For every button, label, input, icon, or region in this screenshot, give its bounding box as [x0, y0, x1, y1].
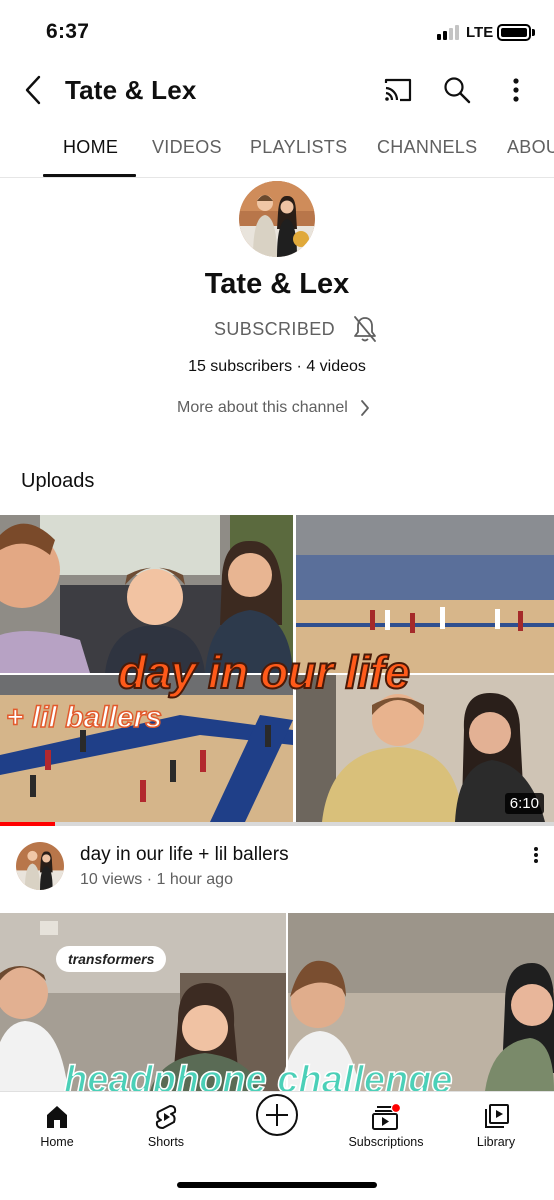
status-time: 6:37	[46, 20, 90, 43]
subscribed-button[interactable]: SUBSCRIBED	[214, 312, 335, 346]
thumbnail-speech-bubble: transformers	[56, 946, 167, 972]
cast-button[interactable]	[380, 72, 416, 108]
subscriptions-icon	[372, 1103, 401, 1130]
video-thumbnail[interactable]: day in our life + lil ballers 6:10	[0, 515, 554, 822]
channel-name: Tate & Lex	[204, 268, 350, 300]
channel-stats: 15 subscribers · 4 videos	[188, 358, 366, 375]
more-about-channel-link[interactable]: More about this channel	[177, 396, 370, 420]
nav-label-subscriptions: Subscriptions	[348, 1135, 424, 1149]
back-button[interactable]	[16, 72, 50, 108]
active-tab-indicator	[43, 174, 136, 177]
battery-cap	[532, 29, 535, 36]
cellular-signal-icon	[437, 24, 459, 40]
channel-avatar-small[interactable]	[16, 842, 64, 890]
tab-channels[interactable]: CHANNELS	[377, 137, 477, 158]
notification-bell-button[interactable]	[350, 313, 380, 345]
nav-shorts[interactable]: Shorts	[116, 1092, 216, 1162]
subscribed-label: SUBSCRIBED	[214, 318, 336, 339]
nav-home[interactable]: Home	[7, 1092, 107, 1162]
channel-tabs: HOME VIDEOS PLAYLISTS CHANNELS ABOUT	[0, 118, 554, 178]
nav-label-home: Home	[40, 1135, 74, 1149]
video-views-age: 10 views · 1 hour ago	[80, 871, 233, 888]
more-vert-icon	[534, 847, 538, 863]
cast-icon	[384, 78, 412, 102]
network-type: LTE	[466, 24, 494, 41]
chevron-right-icon	[360, 400, 369, 416]
thumbnail-overlay-title: headphone challenge	[63, 1058, 453, 1091]
search-icon	[444, 77, 471, 104]
video-options-button[interactable]	[524, 842, 548, 868]
chevron-left-icon	[25, 75, 41, 105]
watch-progress-fill	[0, 822, 56, 826]
battery-icon	[497, 24, 531, 41]
nav-subscriptions[interactable]: Subscriptions	[336, 1092, 436, 1162]
bell-off-icon	[354, 316, 376, 342]
page-title: Tate & Lex	[65, 75, 197, 105]
app-header: Tate & Lex	[0, 62, 554, 118]
status-bar: 6:37 LTE	[0, 0, 554, 62]
video-meta: day in our life + lil ballers 10 views ·…	[0, 840, 554, 900]
nav-library[interactable]: Library	[446, 1092, 546, 1162]
thumbnail-overlay-title: day in our life	[117, 645, 411, 699]
nav-label-library: Library	[476, 1135, 516, 1149]
watch-progress-bar	[0, 822, 554, 826]
tab-home[interactable]: HOME	[63, 137, 118, 158]
more-about-label: More about this channel	[177, 399, 348, 416]
library-icon	[485, 1104, 509, 1128]
uploads-heading: Uploads	[21, 470, 95, 492]
nav-label-shorts: Shorts	[147, 1135, 185, 1149]
tab-playlists[interactable]: PLAYLISTS	[250, 137, 347, 158]
create-icon	[256, 1094, 298, 1136]
more-options-button[interactable]	[498, 72, 534, 108]
thumbnail-overlay-subtitle: + lil ballers	[5, 700, 162, 735]
duration-badge: 6:10	[504, 793, 544, 814]
video-thumbnail[interactable]: transformers headphone challenge	[0, 913, 554, 1091]
tab-videos[interactable]: VIDEOS	[152, 137, 222, 158]
channel-avatar[interactable]	[239, 181, 315, 257]
video-title[interactable]: day in our life + lil ballers	[80, 844, 289, 866]
more-vert-icon	[513, 78, 519, 102]
shorts-icon	[155, 1105, 177, 1129]
home-icon	[47, 1106, 67, 1128]
search-button[interactable]	[439, 72, 475, 108]
tab-about[interactable]: ABOUT	[507, 137, 554, 158]
home-indicator	[177, 1182, 377, 1188]
nav-create[interactable]	[227, 1092, 327, 1162]
